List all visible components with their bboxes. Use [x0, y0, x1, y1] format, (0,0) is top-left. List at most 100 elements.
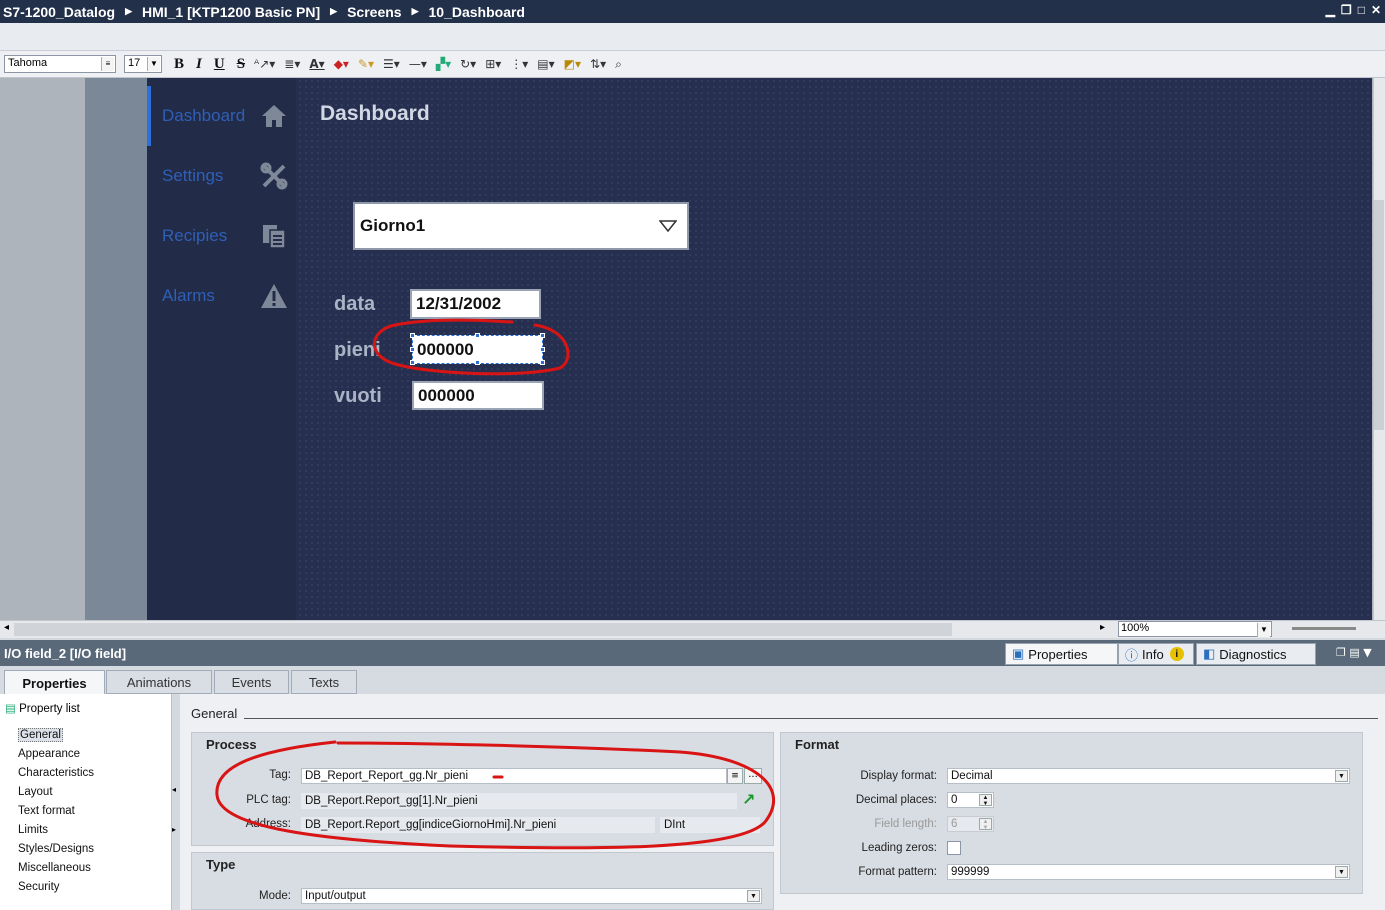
property-item-general[interactable]: General	[18, 728, 63, 742]
breadcrumb-item[interactable]: S7-1200_Datalog	[3, 4, 115, 20]
property-list	[0, 694, 172, 910]
selection-handle[interactable]	[540, 333, 545, 338]
nav-item-settings[interactable]: Settings	[147, 146, 296, 206]
fill-color-icon[interactable]: ◆▾	[334, 57, 349, 71]
info-icon: ⓘ	[1125, 647, 1139, 663]
list-icon: ≡	[101, 57, 114, 71]
hmi-screen	[147, 78, 1372, 620]
tab-animations[interactable]: Animations	[106, 670, 212, 694]
distribute-icon[interactable]: ⋮▾	[510, 57, 528, 71]
layout-icon[interactable]: ▤	[1349, 646, 1359, 659]
chevron-right-icon[interactable]: ▸	[1100, 622, 1105, 633]
datatype-field: DInt	[660, 817, 760, 833]
property-item[interactable]: Appearance	[18, 748, 80, 760]
nav-item-alarms[interactable]: Alarms	[147, 266, 296, 326]
font-size-select[interactable]: 17 ▼	[124, 55, 162, 73]
field-length-stepper: 6 ▲ ▼	[947, 816, 994, 832]
format-toolbar: Tahoma ≡ 17 ▼ B I U S ᴬ↗▾ ≣▾ A▾ ◆▾ ✎▾ ☰▾ —…	[0, 51, 1385, 78]
layer-icon[interactable]: ◩▾	[564, 57, 581, 71]
text-rotate-icon[interactable]: ᴬ↗▾	[254, 57, 275, 71]
property-item[interactable]: Limits	[18, 824, 48, 836]
bring-front-icon[interactable]: ⇅▾	[590, 57, 606, 71]
selection-handle[interactable]	[540, 347, 545, 352]
field-label: vuoti	[334, 385, 382, 407]
property-item[interactable]: Miscellaneous	[18, 862, 91, 874]
collapse-icon[interactable]: ◂	[172, 785, 176, 794]
chevron-down-icon: ▼	[747, 890, 760, 902]
day-select[interactable]: Giorno1	[353, 202, 689, 250]
chevron-left-icon[interactable]: ◂	[4, 622, 9, 633]
tab-texts[interactable]: Texts	[291, 670, 357, 694]
line-color-icon[interactable]: ✎▾	[358, 57, 374, 71]
property-item[interactable]: Styles/Designs	[18, 843, 94, 855]
tab-diagnostics[interactable]: ◧ Diagnostics	[1196, 643, 1316, 665]
home-icon	[262, 105, 286, 127]
list-icon[interactable]: ≡	[727, 768, 743, 784]
font-select[interactable]: Tahoma ≡	[4, 55, 116, 73]
date-io-field[interactable]: 12/31/2002	[410, 289, 541, 319]
rotate-icon[interactable]: ↻▾	[460, 57, 476, 71]
align-objects-icon[interactable]: ⊞▾	[485, 57, 501, 71]
tab-events[interactable]: Events	[214, 670, 289, 694]
font-color-icon[interactable]: A▾	[309, 57, 324, 71]
selection-handle[interactable]	[475, 333, 480, 338]
breadcrumb-item[interactable]: Screens	[347, 4, 401, 20]
same-size-icon[interactable]: ▤▾	[537, 57, 554, 71]
align-icon[interactable]: ≣▾	[284, 57, 300, 71]
tab-properties[interactable]: ▣ Properties	[1005, 643, 1118, 665]
secondary-bar	[0, 23, 1385, 51]
restore-icon[interactable]: ❐	[1341, 3, 1352, 17]
maximize-icon[interactable]: □	[1358, 3, 1365, 17]
selection-handle[interactable]	[410, 360, 415, 365]
italic-icon[interactable]: I	[196, 56, 202, 73]
format-pattern-label: Format pattern:	[858, 866, 937, 878]
strikethrough-icon[interactable]: S	[237, 56, 245, 73]
property-item[interactable]: Layout	[18, 786, 53, 798]
breadcrumb-item[interactable]: HMI_1 [KTP1200 Basic PN]	[142, 4, 320, 20]
scrollbar-thumb[interactable]	[14, 623, 952, 636]
mode-select[interactable]: Input/output ▼	[301, 888, 762, 904]
decimal-places-stepper[interactable]: 0 ▲ ▼	[947, 792, 994, 808]
documents-icon	[263, 225, 286, 249]
diagnostics-icon: ◧	[1203, 646, 1216, 661]
section-title: Process	[206, 737, 257, 752]
bold-icon[interactable]: B	[174, 56, 184, 73]
leading-zeros-checkbox[interactable]	[947, 841, 961, 855]
property-item[interactable]: Security	[18, 881, 60, 893]
decimal-places-label: Decimal places:	[855, 794, 937, 806]
scrollbar-thumb[interactable]	[1374, 200, 1384, 430]
property-item[interactable]: Text format	[18, 805, 75, 817]
spinner-icon[interactable]: ▲ ▼	[979, 794, 992, 807]
display-format-select[interactable]: Decimal ▼	[947, 768, 1350, 784]
go-to-tag-icon[interactable]: ↗	[742, 790, 755, 809]
chevron-right-icon: ▶	[411, 6, 419, 16]
zoom-slider[interactable]	[1292, 627, 1356, 630]
nav-item-recipies[interactable]: Recipies	[147, 206, 296, 266]
tools-icon	[260, 162, 288, 190]
line-width-icon[interactable]: ☰▾	[383, 57, 400, 71]
zoom-select[interactable]: 100% ▼	[1118, 621, 1272, 637]
vuoti-io-field[interactable]: 000000	[412, 381, 544, 410]
tab-info[interactable]: ⓘ Info i	[1118, 643, 1194, 665]
expand-icon[interactable]: ▸	[172, 825, 176, 834]
underline-icon[interactable]: U	[214, 56, 225, 73]
tag-field[interactable]: DB_Report_Report_gg.Nr_pieni	[301, 768, 727, 784]
format-pattern-select[interactable]: 999999 ▼	[947, 864, 1350, 880]
zoom-select-icon[interactable]: ⌕	[615, 57, 622, 72]
nav-item-dashboard[interactable]: Dashboard	[147, 86, 296, 146]
selection-handle[interactable]	[540, 360, 545, 365]
minimize-icon[interactable]: ▁	[1326, 3, 1335, 17]
warning-icon	[261, 284, 287, 308]
property-item[interactable]: Characteristics	[18, 767, 94, 779]
close-icon[interactable]: ✕	[1371, 3, 1381, 17]
browse-button[interactable]: ...	[744, 768, 762, 784]
selection-handle[interactable]	[410, 347, 415, 352]
selection-handle[interactable]	[410, 333, 415, 338]
breadcrumb-item[interactable]: 10_Dashboard	[429, 4, 525, 20]
tab-properties[interactable]: Properties	[4, 670, 105, 695]
line-style-icon[interactable]: —▾	[409, 57, 427, 71]
restore-icon[interactable]: ❐	[1336, 646, 1346, 659]
selection-handle[interactable]	[475, 360, 480, 365]
group-icon[interactable]: ▞▾	[436, 57, 451, 71]
chevron-down-icon[interactable]: ▼	[1363, 646, 1371, 659]
